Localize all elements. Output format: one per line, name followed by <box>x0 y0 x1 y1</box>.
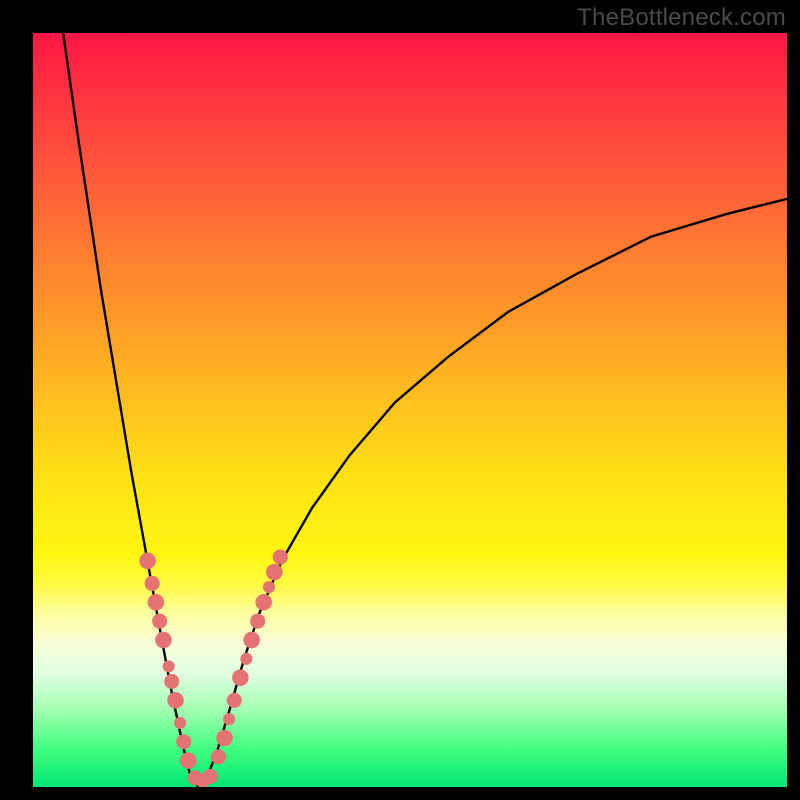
bead-marker <box>139 553 156 570</box>
bead-markers <box>139 549 288 787</box>
bead-marker <box>211 749 226 764</box>
bead-marker <box>203 769 218 784</box>
bead-marker <box>145 576 160 591</box>
bead-marker <box>273 549 288 564</box>
bead-marker <box>243 632 260 649</box>
bead-marker <box>180 752 197 769</box>
watermark-text: TheBottleneck.com <box>577 4 786 32</box>
bead-marker <box>250 614 265 629</box>
bead-marker <box>163 660 175 672</box>
bead-marker <box>176 734 191 749</box>
bead-marker <box>155 632 172 649</box>
plot-area <box>33 33 787 787</box>
bead-marker <box>223 713 235 725</box>
bead-marker <box>240 653 252 665</box>
bead-marker <box>216 730 233 747</box>
bead-marker <box>152 614 167 629</box>
chart-frame: TheBottleneck.com <box>0 0 800 800</box>
bead-marker <box>232 669 249 686</box>
chart-svg <box>33 33 787 787</box>
bead-marker <box>167 692 184 709</box>
bead-marker <box>266 564 283 581</box>
bead-marker <box>263 581 275 593</box>
bead-marker <box>148 594 165 611</box>
bead-marker <box>164 674 179 689</box>
bead-marker <box>227 693 242 708</box>
bead-marker <box>174 717 186 729</box>
bead-marker <box>255 594 272 611</box>
